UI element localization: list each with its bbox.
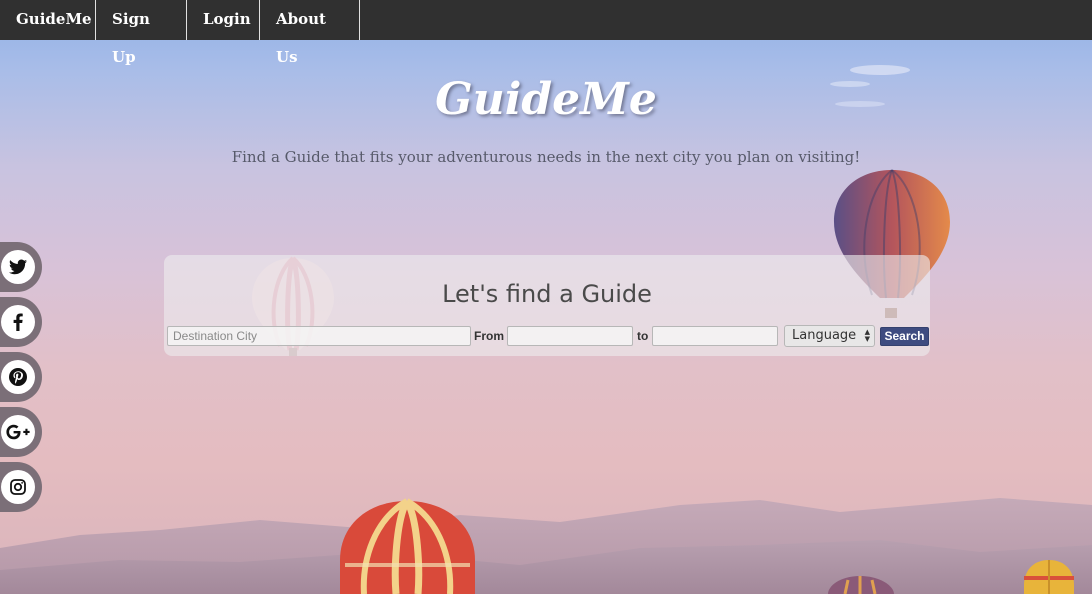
search-form-row: From to Language ▲▼ Search bbox=[167, 325, 929, 347]
pinterest-icon bbox=[1, 360, 35, 394]
language-select[interactable]: Language ▲ ▼ bbox=[784, 325, 875, 347]
nav-about-link[interactable]: About Us bbox=[260, 0, 360, 66]
top-navbar: GuideMe Sign Up Login About Us bbox=[0, 0, 1092, 66]
hero-subtitle: Find a Guide that fits your adventurous … bbox=[231, 148, 861, 166]
search-panel-heading: Let's find a Guide bbox=[442, 280, 652, 308]
nav-brand-link[interactable]: GuideMe bbox=[0, 0, 96, 40]
search-panel: Let's find a Guide From to Language ▲▼ S… bbox=[164, 255, 930, 356]
to-label: to bbox=[637, 329, 649, 343]
nav-signup-link[interactable]: Sign Up bbox=[96, 0, 187, 66]
facebook-icon bbox=[1, 305, 35, 339]
from-date-input[interactable] bbox=[507, 326, 633, 346]
google-plus-icon bbox=[1, 415, 35, 449]
from-label: From bbox=[474, 329, 504, 343]
hero-title: GuideMe bbox=[435, 74, 657, 125]
select-arrows-icon: ▲ ▼ bbox=[864, 328, 870, 343]
nav-login-link[interactable]: Login bbox=[187, 0, 260, 40]
language-select-value: Language bbox=[792, 328, 857, 343]
search-button[interactable]: Search bbox=[880, 327, 929, 346]
twitter-icon bbox=[1, 250, 35, 284]
to-date-input[interactable] bbox=[652, 326, 778, 346]
destination-city-input[interactable] bbox=[167, 326, 471, 346]
instagram-icon bbox=[1, 470, 35, 504]
